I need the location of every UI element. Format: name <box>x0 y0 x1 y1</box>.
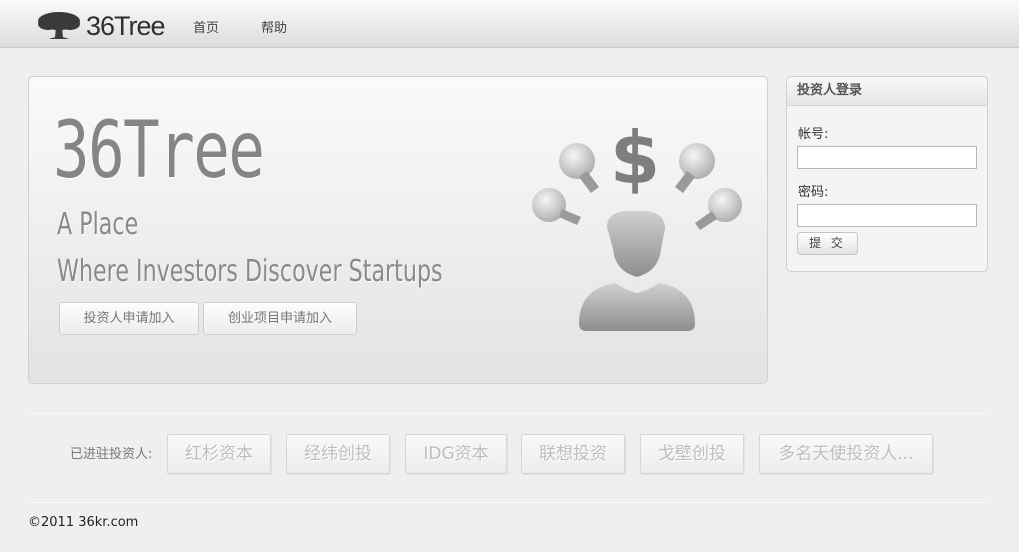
hero-panel: 36Tree A Place Where Investors Discover … <box>28 76 768 384</box>
investors-label: 已进驻投资人: <box>70 447 153 462</box>
investor-tag-matrix[interactable]: 经纬创投 <box>286 434 390 474</box>
hero-title: 36Tree <box>53 106 265 196</box>
submit-button[interactable]: 提 交 <box>797 232 858 255</box>
section-divider-bottom <box>28 502 988 503</box>
investor-apply-button[interactable]: 投资人申请加入 <box>59 302 199 335</box>
password-label: 密码: <box>798 185 829 200</box>
logo-text: 36Tree <box>86 11 166 41</box>
hero-tagline-2: Where Investors Discover Startups <box>57 254 443 289</box>
hero-tagline-1: A Place <box>57 207 139 242</box>
investor-login-panel: 投资人登录 帐号: 密码: 提 交 <box>786 76 988 272</box>
account-label: 帐号: <box>798 127 829 142</box>
investor-bulb-dollar-icon: $ <box>532 116 742 331</box>
svg-text:$: $ <box>610 116 660 200</box>
investor-tag-sequoia[interactable]: 红杉资本 <box>167 434 271 474</box>
password-input[interactable] <box>797 204 977 227</box>
footer-copyright: ©2011 36kr.com <box>28 515 139 530</box>
startup-apply-button[interactable]: 创业项目申请加入 <box>203 302 357 335</box>
top-navigation-bar: 36Tree 首页 帮助 <box>0 0 1019 48</box>
account-input[interactable] <box>797 146 977 169</box>
tree-logo-icon <box>38 12 80 39</box>
investor-tag-angels[interactable]: 多名天使投资人... <box>759 434 933 474</box>
login-panel-title: 投资人登录 <box>787 77 987 106</box>
nav-home-link[interactable]: 首页 <box>193 20 219 38</box>
investor-tag-idg[interactable]: IDG资本 <box>405 434 507 474</box>
site-logo[interactable]: 36Tree <box>36 10 166 42</box>
nav-help-link[interactable]: 帮助 <box>261 20 287 38</box>
investor-tag-gobi[interactable]: 戈壁创投 <box>640 434 744 474</box>
section-divider-top <box>28 413 988 414</box>
investor-tag-legend[interactable]: 联想投资 <box>521 434 625 474</box>
